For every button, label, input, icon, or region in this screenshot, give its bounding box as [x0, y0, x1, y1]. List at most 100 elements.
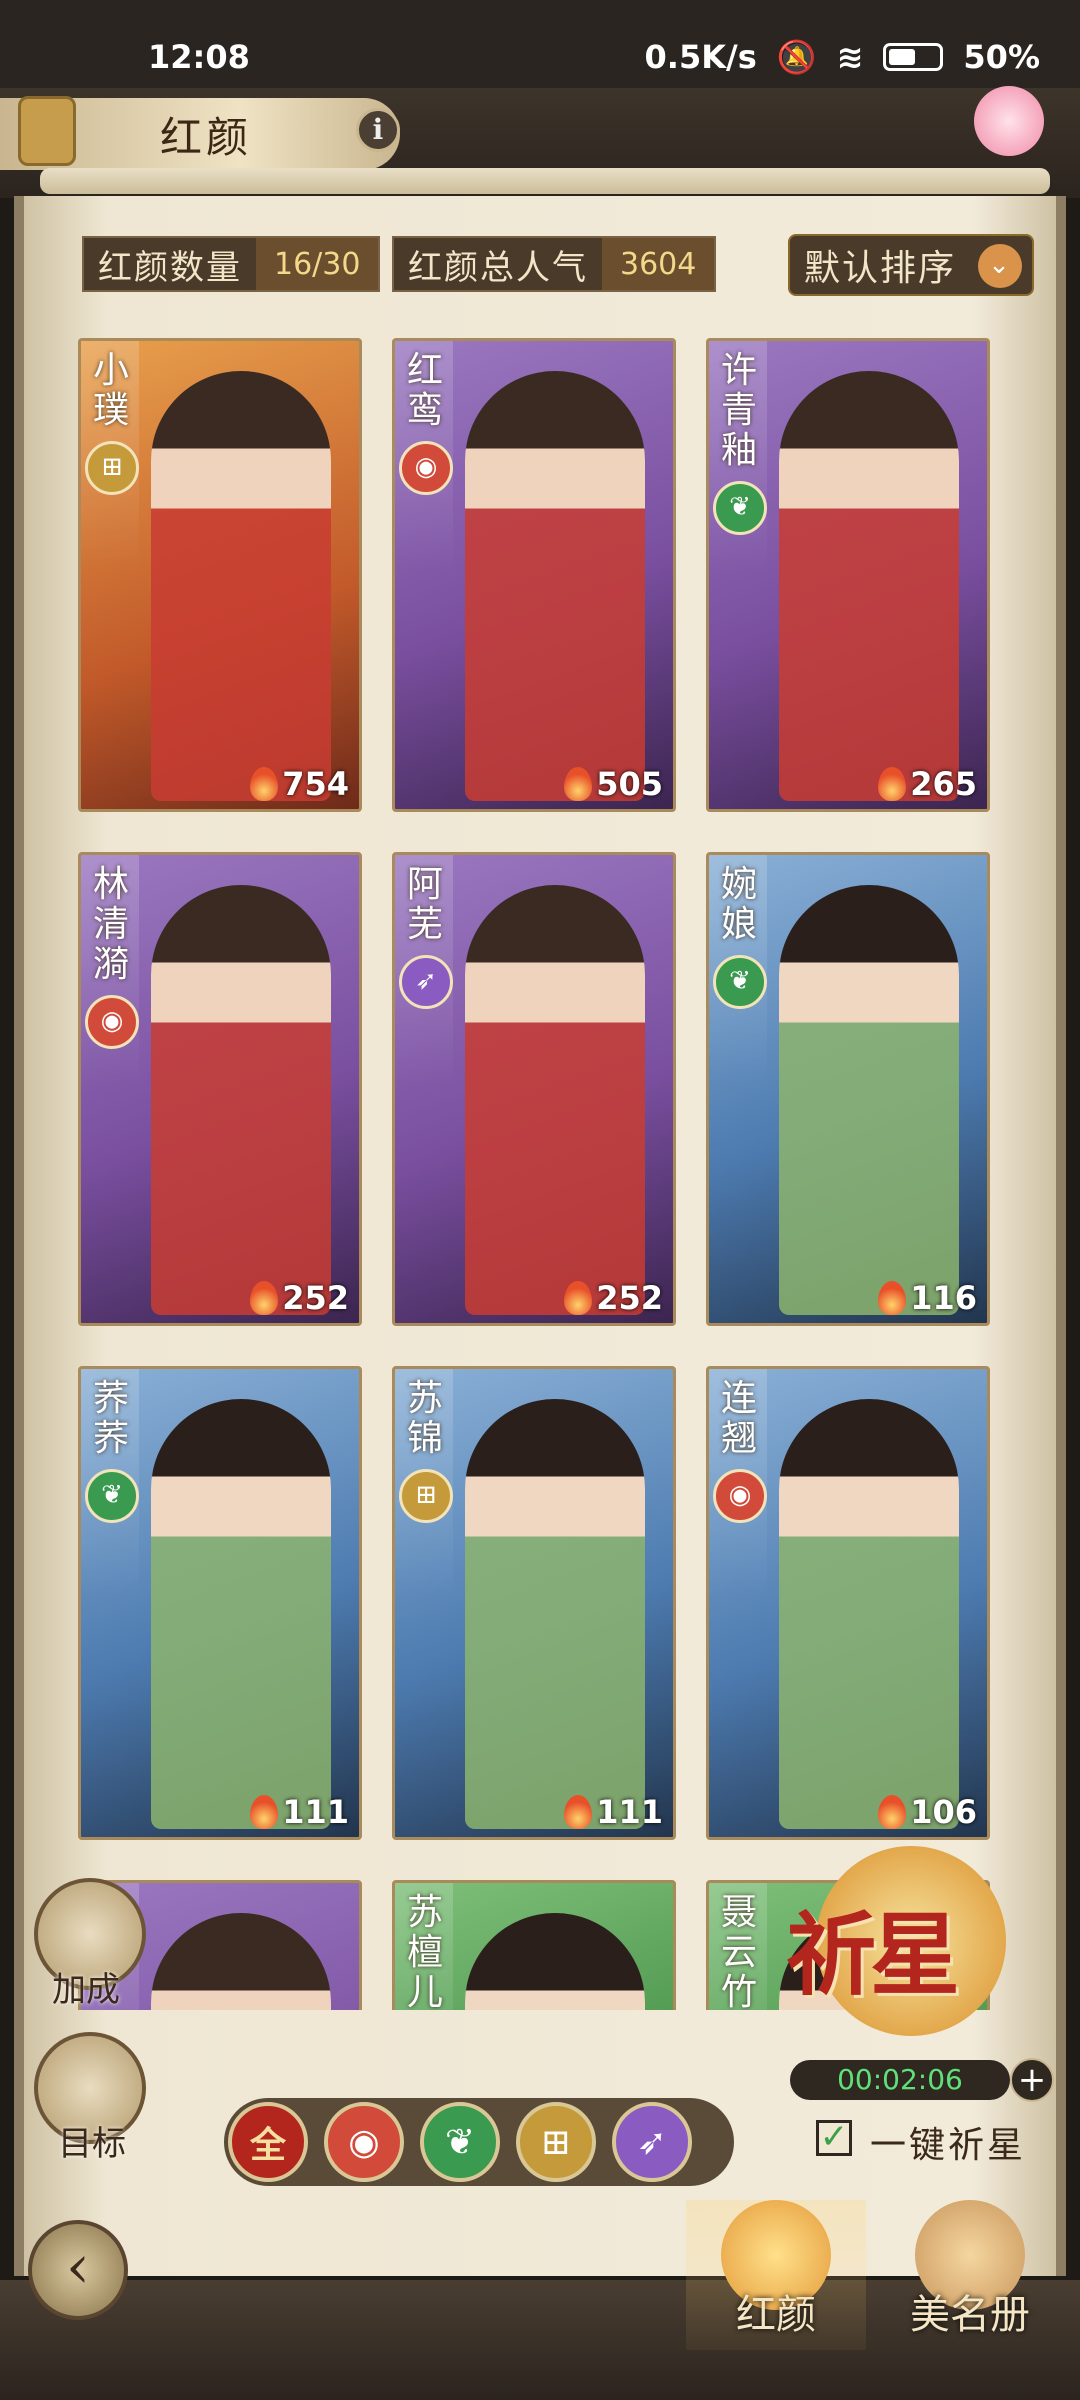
- flame-icon: [564, 1281, 593, 1315]
- popularity-value: 252: [282, 1279, 349, 1317]
- purple-type-icon: ➶: [399, 955, 453, 1009]
- status-right: 0.5K/s 🔕 ≋ 50%: [645, 38, 1040, 76]
- red-type-icon: ◉: [713, 1469, 767, 1523]
- character-portrait: [151, 1913, 331, 2010]
- hongyan-card[interactable]: 许青釉 ❦ 265: [706, 338, 990, 812]
- sort-label: 默认排序: [804, 248, 957, 289]
- character-portrait: [151, 885, 331, 1315]
- green-type-icon: ❦: [713, 481, 767, 535]
- popularity-badge: 111: [250, 1793, 349, 1831]
- pray-star-label: 祈星: [786, 1902, 960, 2008]
- character-portrait: [465, 1913, 645, 2010]
- auto-pray-label: 一键祈星: [870, 2125, 1027, 2166]
- bonus-label: 加成: [52, 1970, 120, 2010]
- type-filter-bar: 全 ◉ ❦ ⊞ ➶: [224, 2098, 734, 2186]
- card-name: 林清漪: [92, 864, 129, 985]
- hongyan-card[interactable]: 阿芜 ➶ 252: [392, 852, 676, 1326]
- target-label: 目标: [58, 2124, 126, 2164]
- popularity-value: 111: [596, 1793, 663, 1831]
- sort-dropdown[interactable]: 默认排序 ⌄: [788, 234, 1034, 296]
- tab-hongyan[interactable]: 红颜: [686, 2200, 866, 2350]
- character-portrait: [465, 885, 645, 1315]
- character-portrait: [779, 885, 959, 1315]
- popularity-badge: 116: [878, 1279, 977, 1317]
- flame-icon: [564, 1795, 593, 1829]
- popularity-badge: 106: [878, 1793, 977, 1831]
- card-name: 连翘: [720, 1378, 757, 1459]
- card-name: 许青釉: [720, 350, 757, 471]
- filter-all-button[interactable]: 全: [228, 2102, 308, 2182]
- gold-type-icon: ⊞: [85, 441, 139, 495]
- mute-icon: 🔕: [776, 38, 817, 76]
- red-type-icon: ◉: [399, 441, 453, 495]
- popularity-value: 3604: [602, 238, 715, 290]
- flame-icon: [878, 767, 907, 801]
- add-pray-button[interactable]: +: [1010, 2058, 1054, 2102]
- popularity-value: 252: [596, 1279, 663, 1317]
- popularity-badge: 252: [564, 1279, 663, 1317]
- card-name: 荞荞: [92, 1378, 129, 1459]
- popularity-value: 116: [910, 1279, 977, 1317]
- filter-red-icon[interactable]: ◉: [324, 2102, 404, 2182]
- hongyan-card[interactable]: 红鸾 ◉ 505: [392, 338, 676, 812]
- info-button[interactable]: i: [356, 108, 400, 152]
- hongyan-card[interactable]: 小璞 ⊞ 754: [78, 338, 362, 812]
- hongyan-card[interactable]: 苏锦 ⊞ 111: [392, 1366, 676, 1840]
- hongyan-card[interactable]: 林清漪 ◉ 252: [78, 852, 362, 1326]
- status-bar: 12:08 0.5K/s 🔕 ≋ 50%: [0, 0, 1080, 88]
- popularity-badge: 754: [250, 765, 349, 803]
- card-name: 小璞: [92, 350, 129, 431]
- back-button[interactable]: ‹: [28, 2220, 128, 2320]
- tab-meimingce-label: 美名册: [910, 2292, 1030, 2338]
- hongyan-card[interactable]: 婉娘 ❦ 116: [706, 852, 990, 1326]
- character-portrait: [779, 1399, 959, 1829]
- header: 红颜 i: [0, 88, 1080, 198]
- popularity-value: 106: [910, 1793, 977, 1831]
- hongyan-card[interactable]: 苏檀儿❦: [392, 1880, 676, 2010]
- count-label: 红颜数量: [98, 247, 242, 288]
- character-portrait: [779, 371, 959, 801]
- card-name: 阿芜: [406, 864, 443, 945]
- character-portrait: [465, 1399, 645, 1829]
- popularity-badge: 265: [878, 765, 977, 803]
- hongyan-grid: 小璞 ⊞ 754 红鸾 ◉ 505 许青釉 ❦ 265 林清漪 ◉ 252 阿芜 ➶ 252 婉娘 ❦ 116 荞荞…: [78, 338, 998, 2010]
- tab-meimingce[interactable]: 美名册: [880, 2200, 1060, 2350]
- status-time: 12:08: [148, 38, 250, 76]
- filter-green-icon[interactable]: ❦: [420, 2102, 500, 2182]
- character-portrait: [151, 1399, 331, 1829]
- popularity-value: 505: [596, 765, 663, 803]
- popularity-value: 265: [910, 765, 977, 803]
- card-name: 聂云竹: [720, 1892, 757, 2011]
- wifi-icon: ≋: [836, 38, 864, 76]
- tab-hongyan-label: 红颜: [736, 2292, 816, 2338]
- flame-icon: [878, 1281, 907, 1315]
- auto-pray-checkbox[interactable]: ✓: [816, 2120, 852, 2156]
- filter-gold-icon[interactable]: ⊞: [516, 2102, 596, 2182]
- pray-star-button[interactable]: 祈星: [786, 1846, 1020, 2046]
- hongyan-card[interactable]: 连翘 ◉ 106: [706, 1366, 990, 1840]
- card-name: 婉娘: [720, 864, 757, 945]
- network-speed: 0.5K/s: [644, 38, 757, 76]
- popularity-badge: 111: [564, 1793, 663, 1831]
- flame-icon: [564, 767, 593, 801]
- battery-level: 50%: [963, 38, 1040, 76]
- scroll-rod: [40, 168, 1050, 194]
- popularity-label: 红颜总人气: [408, 247, 588, 288]
- chevron-down-icon: ⌄: [978, 244, 1022, 288]
- green-type-icon: ❦: [713, 955, 767, 1009]
- flame-icon: [878, 1795, 907, 1829]
- hongyan-card[interactable]: 荞荞 ❦ 111: [78, 1366, 362, 1840]
- character-portrait: [465, 371, 645, 801]
- card-name: 苏檀儿: [406, 1892, 443, 2011]
- count-stat: 红颜数量 16/30: [82, 236, 381, 292]
- popularity-badge: 252: [250, 1279, 349, 1317]
- flame-icon: [250, 1795, 279, 1829]
- red-type-icon: ◉: [85, 995, 139, 1049]
- filter-purple-icon[interactable]: ➶: [612, 2102, 692, 2182]
- flame-icon: [250, 767, 279, 801]
- popularity-value: 754: [282, 765, 349, 803]
- popularity-badge: 505: [564, 765, 663, 803]
- pray-timer: 00:02:06: [790, 2060, 1010, 2100]
- card-name: 苏锦: [406, 1378, 443, 1459]
- card-name: 红鸾: [406, 350, 443, 431]
